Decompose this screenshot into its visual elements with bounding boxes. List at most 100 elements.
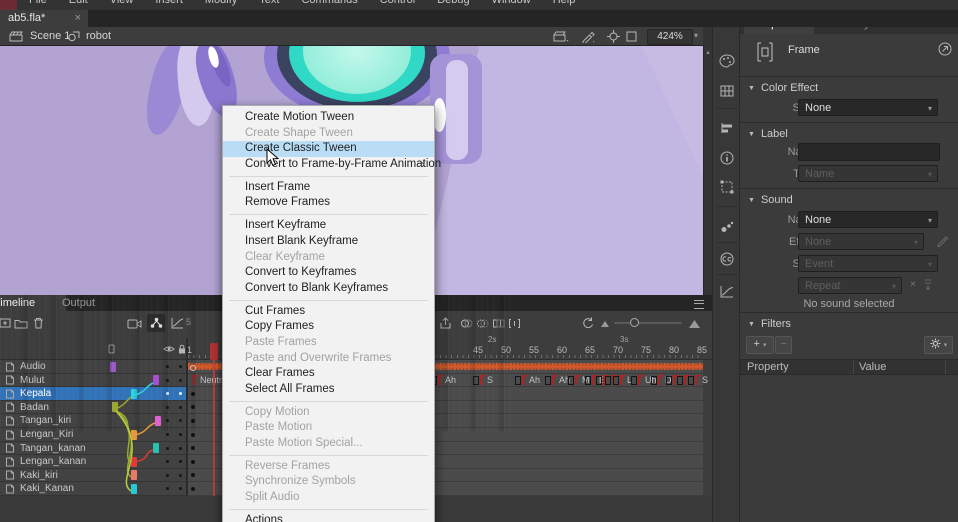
layer-row-mulut[interactable]: Mulut	[0, 374, 186, 388]
layer-lock-dot[interactable]	[179, 487, 182, 490]
section-color-effect[interactable]: ▼Color Effect	[748, 82, 818, 94]
keyframe-dot[interactable]	[191, 433, 195, 437]
menu-view[interactable]: View	[99, 0, 145, 7]
menu-item-convert-to-keyframes[interactable]: Convert to Keyframes	[223, 265, 434, 281]
scroll-up-icon[interactable]: ▲	[705, 50, 711, 56]
stage-zoom-value[interactable]: 424%	[647, 29, 693, 45]
menu-window[interactable]: Window	[481, 0, 542, 7]
section-sound[interactable]: ▼Sound	[748, 194, 793, 206]
layer-depth-graph-icon[interactable]	[168, 314, 186, 332]
layer-parenting-view-icon[interactable]	[147, 314, 165, 332]
swatches-panel-icon[interactable]	[716, 80, 738, 102]
color-panel-icon[interactable]	[716, 50, 738, 72]
sound-name-dropdown[interactable]: None ▾	[798, 211, 938, 228]
style-dropdown[interactable]: None ▾	[798, 99, 938, 116]
motion-editor-panel-icon[interactable]	[716, 280, 738, 302]
eye-column-icon[interactable]	[163, 345, 175, 353]
cc-libraries-panel-icon[interactable]	[716, 248, 738, 270]
layer-visibility-dot[interactable]	[166, 406, 169, 409]
menu-edit[interactable]: Edit	[58, 0, 99, 7]
menu-item-insert-keyframe[interactable]: Insert Keyframe	[223, 218, 434, 234]
layer-visibility-dot[interactable]	[166, 447, 169, 450]
keyframe-dot[interactable]	[191, 473, 195, 477]
menu-control[interactable]: Control	[369, 0, 426, 7]
layer-parent-chip[interactable]	[131, 457, 137, 467]
tab-output[interactable]: Output	[52, 295, 105, 311]
layer-visibility-dot[interactable]	[166, 474, 169, 477]
layer-row-audio[interactable]: Audio	[0, 360, 186, 374]
layer-parent-chip[interactable]	[153, 375, 159, 385]
keyframe-dot[interactable]	[191, 392, 195, 396]
menu-item-cut-frames[interactable]: Cut Frames	[223, 304, 434, 320]
app-logo[interactable]	[0, 0, 17, 10]
camera-layer-icon[interactable]	[125, 314, 143, 332]
edit-symbols-icon[interactable]	[581, 30, 595, 43]
layer-parent-chip[interactable]	[112, 402, 118, 412]
align-panel-icon[interactable]	[716, 117, 738, 139]
breadcrumb-symbol[interactable]: robot	[86, 30, 111, 42]
breadcrumb-scene[interactable]: Scene 1	[30, 30, 70, 42]
keyframe-dot[interactable]	[191, 460, 195, 464]
menu-item-convert-to-blank-keyframes[interactable]: Convert to Blank Keyframes	[223, 281, 434, 297]
layer-lock-dot[interactable]	[179, 474, 182, 477]
layer-lock-dot[interactable]	[179, 460, 182, 463]
layer-lock-dot[interactable]	[179, 365, 182, 368]
menu-file[interactable]: File	[18, 0, 58, 7]
layer-row-lengan-kiri[interactable]: Lengan_Kiri	[0, 428, 186, 442]
edit-scene-icon[interactable]	[553, 31, 569, 42]
layer-lock-dot[interactable]	[179, 392, 182, 395]
timeline-panel-menu-icon[interactable]	[694, 300, 704, 309]
close-tab-icon[interactable]: ×	[75, 10, 81, 27]
menu-item-select-all-frames[interactable]: Select All Frames	[223, 382, 434, 398]
layer-parent-chip[interactable]	[131, 389, 137, 399]
frame-zoom-slider-knob[interactable]	[630, 318, 639, 327]
layer-visibility-dot[interactable]	[166, 392, 169, 395]
layer-row-badan[interactable]: Badan	[0, 401, 186, 415]
section-label[interactable]: ▼Label	[748, 128, 788, 140]
clip-content-icon[interactable]	[626, 31, 637, 42]
layer-visibility-dot[interactable]	[166, 460, 169, 463]
remove-filter-button[interactable]: −	[775, 336, 792, 354]
menu-item-create-classic-tween[interactable]: Create Classic Tween	[223, 141, 434, 157]
menu-item-copy-frames[interactable]: Copy Frames	[223, 319, 434, 335]
delete-layer-icon[interactable]	[29, 314, 47, 332]
playhead-marker[interactable]	[210, 343, 218, 360]
center-frame-icon[interactable]	[607, 30, 620, 43]
menu-item-create-motion-tween[interactable]: Create Motion Tween	[223, 110, 434, 126]
publish-frames-icon[interactable]	[436, 314, 454, 332]
layer-row-lengan-kanan[interactable]: Lengan_kanan	[0, 455, 186, 469]
layer-parent-chip[interactable]	[131, 484, 137, 494]
layer-lock-dot[interactable]	[179, 447, 182, 450]
modify-markers-icon[interactable]	[505, 314, 523, 332]
keyframe-dot[interactable]	[191, 446, 195, 450]
stage-vertical-scrollbar[interactable]: ▲	[703, 46, 712, 295]
filter-options-button[interactable]: ▾	[924, 336, 953, 354]
frame-zoom-slider-track[interactable]	[614, 322, 682, 324]
menu-item-convert-to-frame-by-frame-animation[interactable]: Convert to Frame-by-Frame Animation›	[223, 157, 434, 173]
new-folder-icon[interactable]	[12, 314, 30, 332]
layer-row-kepala[interactable]: Kepala	[0, 387, 186, 401]
keyframe-dot[interactable]	[191, 419, 195, 423]
layer-visibility-dot[interactable]	[166, 379, 169, 382]
section-filters[interactable]: ▼Filters	[748, 318, 791, 330]
layer-parent-chip[interactable]	[131, 470, 137, 480]
fluid-brush-panel-icon[interactable]	[716, 216, 738, 238]
layer-parent-chip[interactable]	[131, 430, 137, 440]
layer-row-kaki-kiri[interactable]: Kaki_kiri	[0, 469, 186, 483]
layer-row-kaki-kanan[interactable]: Kaki_Kanan	[0, 482, 186, 496]
zoom-chevron-icon[interactable]: ▾	[694, 31, 698, 40]
menu-item-actions[interactable]: Actions	[223, 513, 434, 522]
info-panel-icon[interactable]	[716, 147, 738, 169]
loop-playback-icon[interactable]	[578, 314, 596, 332]
menu-help[interactable]: Help	[542, 0, 587, 7]
layer-parent-chip[interactable]	[110, 362, 116, 372]
layer-row-tangan-kiri[interactable]: Tangan_kiri	[0, 414, 186, 428]
keyframe-dot[interactable]	[191, 405, 195, 409]
document-tab[interactable]: ab5.fla* ×	[0, 10, 88, 27]
menu-text[interactable]: Text	[248, 0, 290, 7]
menu-debug[interactable]: Debug	[426, 0, 480, 7]
menu-item-insert-blank-keyframe[interactable]: Insert Blank Keyframe	[223, 234, 434, 250]
layer-lock-dot[interactable]	[179, 419, 182, 422]
menu-item-remove-frames[interactable]: Remove Frames	[223, 195, 434, 211]
menu-insert[interactable]: Insert	[144, 0, 194, 7]
